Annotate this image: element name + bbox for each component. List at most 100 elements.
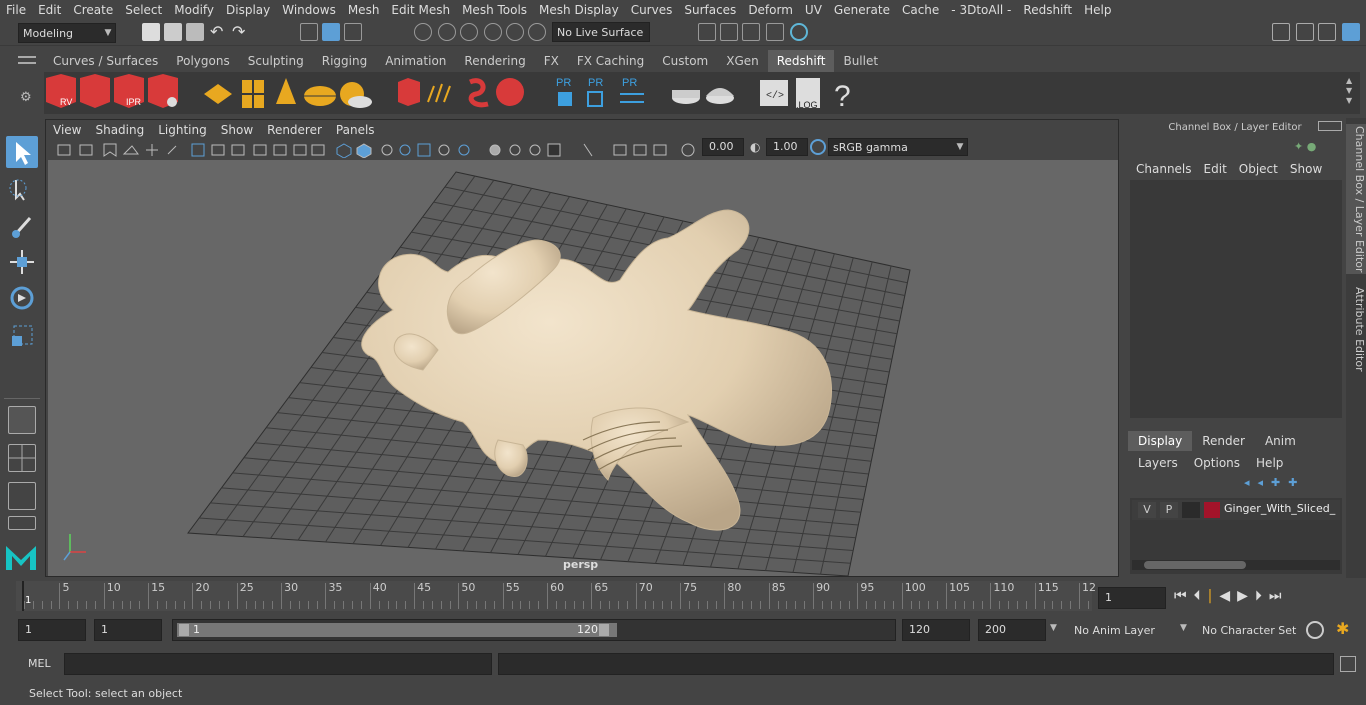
- anim-end-field[interactable]: 200: [978, 619, 1046, 641]
- menu-mesh-tools[interactable]: Mesh Tools: [456, 3, 533, 17]
- exposure-field[interactable]: 0.00: [702, 138, 744, 156]
- snap-view-icon[interactable]: [484, 23, 502, 41]
- shelf-menu-icon[interactable]: [18, 56, 36, 64]
- redo-icon[interactable]: ↷: [232, 23, 250, 41]
- layer-color-swatch[interactable]: [1204, 502, 1220, 518]
- channel-list[interactable]: [1130, 180, 1342, 418]
- layer-scrollbar[interactable]: [1132, 560, 1340, 570]
- redshift-dome-icon[interactable]: [304, 86, 336, 106]
- redshift-sun-icon[interactable]: [340, 82, 372, 108]
- playback-start-field[interactable]: 1: [94, 619, 162, 641]
- shelf-tab-polygons[interactable]: Polygons: [167, 50, 238, 72]
- four-pane-icon[interactable]: [8, 444, 36, 472]
- select-object-icon[interactable]: [322, 23, 340, 41]
- chevron-down-icon[interactable]: ▼: [1050, 623, 1057, 633]
- redshift-proxy-icon[interactable]: [204, 84, 232, 104]
- menu-windows[interactable]: Windows: [276, 3, 342, 17]
- channel-menu-show[interactable]: Show: [1284, 162, 1328, 178]
- redshift-ipr-icon[interactable]: IPR: [114, 74, 144, 108]
- graph-layout-icon[interactable]: [8, 516, 36, 530]
- range-slider-handle[interactable]: [177, 623, 617, 637]
- toggle-panel-icon[interactable]: [1296, 23, 1314, 41]
- layer-tab-anim[interactable]: Anim: [1255, 431, 1306, 451]
- shelf-tab-animation[interactable]: Animation: [376, 50, 455, 72]
- layer-row[interactable]: V P Ginger_With_Sliced_Pa: [1132, 500, 1340, 520]
- auto-key-icon[interactable]: [1306, 621, 1324, 639]
- menu-select[interactable]: Select: [119, 3, 168, 17]
- menu-cache[interactable]: Cache: [896, 3, 945, 17]
- snap-curve-icon[interactable]: [438, 23, 456, 41]
- channel-menu-object[interactable]: Object: [1233, 162, 1284, 178]
- shelf-tab-fx[interactable]: FX: [535, 50, 568, 72]
- render-settings-icon[interactable]: [698, 23, 716, 41]
- layer-playback-toggle[interactable]: P: [1160, 502, 1178, 518]
- menu-mesh[interactable]: Mesh: [342, 3, 386, 17]
- menu-mesh-display[interactable]: Mesh Display: [533, 3, 625, 17]
- outliner-layout-icon[interactable]: [8, 482, 36, 510]
- redshift-sphere-icon[interactable]: [496, 78, 524, 106]
- redshift-spotlight-icon[interactable]: [276, 78, 296, 104]
- undo-icon[interactable]: ↶: [210, 23, 228, 41]
- panel-menu-shading[interactable]: Shading: [88, 123, 151, 137]
- side-tab-attribute-editor[interactable]: Attribute Editor: [1346, 284, 1366, 374]
- redshift-pr-box-icon[interactable]: PR: [556, 77, 572, 106]
- render-frame-icon[interactable]: [720, 23, 738, 41]
- menu-redshift[interactable]: Redshift: [1017, 3, 1078, 17]
- preferences-run-icon[interactable]: ✱: [1336, 619, 1349, 638]
- 3d-viewport[interactable]: persp: [48, 160, 1118, 576]
- anim-layer-dropdown[interactable]: No Anim Layer: [1068, 620, 1180, 642]
- character-set-dropdown[interactable]: No Character Set: [1196, 620, 1302, 642]
- single-pane-icon[interactable]: [8, 406, 36, 434]
- scale-tool-icon[interactable]: [6, 318, 38, 350]
- menu-edit-mesh[interactable]: Edit Mesh: [385, 3, 456, 17]
- script-editor-icon[interactable]: [1340, 656, 1356, 672]
- toggle-attribute-icon[interactable]: [1318, 23, 1336, 41]
- help-icon[interactable]: ?: [834, 80, 851, 113]
- shelf-tab-curves-surfaces[interactable]: Curves / Surfaces: [44, 50, 167, 72]
- layer-tab-display[interactable]: Display: [1128, 431, 1193, 451]
- shelf-scroll-icon[interactable]: ▲ ▼ ▼: [1346, 76, 1352, 106]
- menu-help[interactable]: Help: [1078, 3, 1117, 17]
- menu-create[interactable]: Create: [67, 3, 119, 17]
- menu-edit[interactable]: Edit: [32, 3, 67, 17]
- chevron-down-icon[interactable]: ▼: [1180, 623, 1187, 633]
- color-management-icon[interactable]: [810, 139, 826, 155]
- snap-surface-icon[interactable]: [506, 23, 524, 41]
- layer-display-type[interactable]: [1182, 502, 1200, 518]
- new-scene-icon[interactable]: [142, 23, 160, 41]
- panel-tool-icons[interactable]: [54, 142, 704, 158]
- layer-visibility-toggle[interactable]: V: [1138, 502, 1156, 518]
- command-input[interactable]: [64, 653, 492, 675]
- layer-menu-options[interactable]: Options: [1194, 456, 1248, 472]
- panel-menu-view[interactable]: View: [46, 123, 88, 137]
- playback-controls[interactable]: ⏮⏴|◀▶⏵⏭: [1174, 588, 1288, 604]
- panel-menu-panels[interactable]: Panels: [329, 123, 382, 137]
- menu-uv[interactable]: UV: [799, 3, 828, 17]
- make-live-icon[interactable]: [528, 23, 546, 41]
- bake-cake-icon[interactable]: [672, 90, 700, 104]
- shelf-tab-redshift[interactable]: Redshift: [767, 50, 835, 72]
- redshift-mesh-icon[interactable]: [398, 78, 420, 106]
- redshift-rv-icon[interactable]: RV: [46, 74, 76, 108]
- time-slider[interactable]: 1 5 10 15 20 25 30 35 40 45 50 55 60 65 70 75 80 85 90 95 1…: [16, 581, 1096, 611]
- redshift-settings-icon[interactable]: [148, 74, 178, 108]
- paint-tool-icon[interactable]: [6, 210, 38, 242]
- redshift-render-icon[interactable]: [80, 74, 110, 108]
- range-slider[interactable]: 1 120: [172, 619, 896, 641]
- log-icon[interactable]: .LOG: [796, 78, 820, 110]
- panel-menu-lighting[interactable]: Lighting: [151, 123, 214, 137]
- script-editor-icon[interactable]: </>: [760, 80, 788, 106]
- redshift-portal-icon[interactable]: [242, 80, 264, 108]
- shelf-tab-fx-caching[interactable]: FX Caching: [568, 50, 653, 72]
- panel-float-icon[interactable]: [1318, 121, 1342, 131]
- shelf-tab-rigging[interactable]: Rigging: [313, 50, 376, 72]
- channel-menu-channels[interactable]: Channels: [1130, 162, 1198, 178]
- snap-point-icon[interactable]: [460, 23, 478, 41]
- move-tool-icon[interactable]: [6, 246, 38, 278]
- open-scene-icon[interactable]: [164, 23, 182, 41]
- hypershade-icon[interactable]: [790, 23, 808, 41]
- range-slider-end-grip[interactable]: [599, 624, 609, 636]
- live-surface-field[interactable]: No Live Surface: [552, 22, 650, 42]
- menu-3dtoall[interactable]: - 3DtoAll -: [945, 3, 1017, 17]
- shelf-tab-rendering[interactable]: Rendering: [455, 50, 534, 72]
